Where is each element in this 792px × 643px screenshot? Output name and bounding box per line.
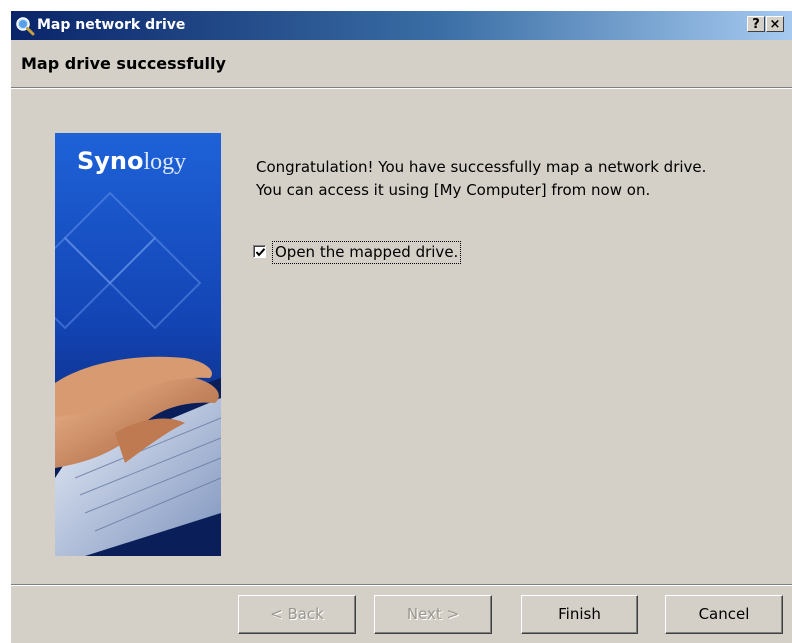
cancel-button[interactable]: Cancel: [665, 595, 783, 634]
open-mapped-drive-checkbox[interactable]: [253, 245, 266, 258]
help-button[interactable]: ?: [747, 16, 765, 32]
message-line-1: Congratulation! You have successfully ma…: [256, 158, 707, 176]
footer-divider: [11, 584, 792, 586]
back-button[interactable]: < Back: [238, 595, 356, 634]
wizard-message: Congratulation! You have successfully ma…: [256, 156, 706, 202]
next-button[interactable]: Next >: [374, 595, 492, 634]
magnifier-icon: [16, 17, 35, 36]
close-button[interactable]: ×: [766, 16, 784, 32]
synology-banner: Synology: [55, 133, 221, 556]
page-title: Map drive successfully: [21, 54, 226, 73]
title-bar[interactable]: Map network drive ? ×: [11, 11, 792, 40]
wizard-header: Map drive successfully: [11, 40, 792, 87]
synology-logo: Synology: [77, 147, 187, 175]
finish-button[interactable]: Finish: [521, 595, 638, 634]
keyboard-hands-image: [55, 133, 221, 556]
checkmark-icon: [255, 248, 266, 257]
open-mapped-drive-label[interactable]: Open the mapped drive.: [272, 241, 462, 264]
window-title: Map network drive: [37, 17, 186, 33]
message-line-2: You can access it using [My Computer] fr…: [256, 181, 651, 199]
header-divider: [11, 87, 792, 89]
map-network-drive-dialog: Map network drive ? × Map drive successf…: [10, 10, 792, 643]
